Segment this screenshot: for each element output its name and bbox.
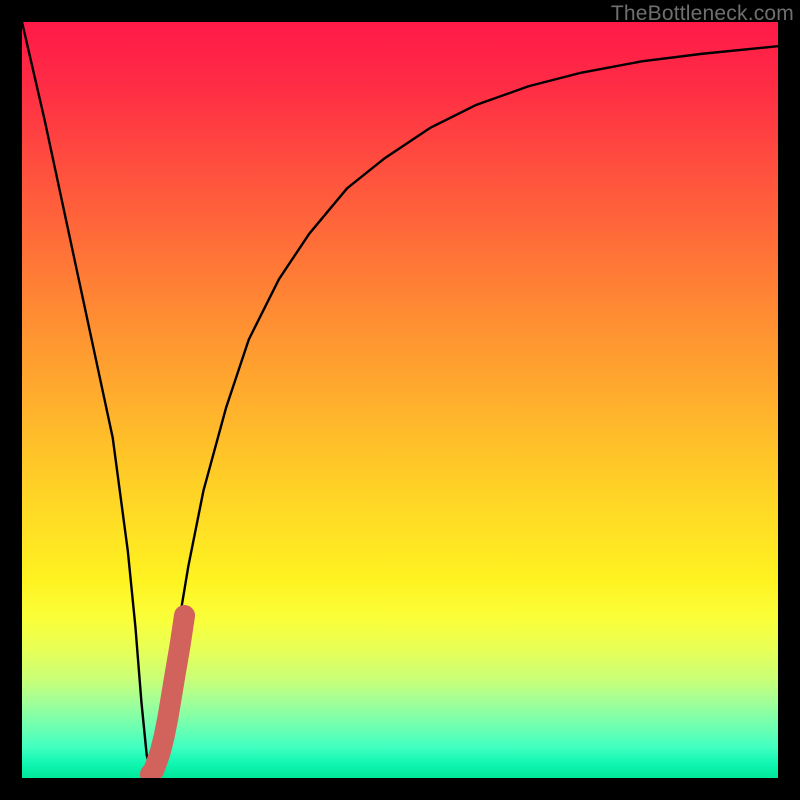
- watermark-text: TheBottleneck.com: [611, 2, 794, 26]
- highlight-marker: [151, 615, 185, 774]
- chart-frame: TheBottleneck.com: [0, 0, 800, 800]
- curve-layer: [22, 22, 778, 778]
- plot-area: [22, 22, 778, 778]
- bottleneck-curve: [22, 22, 778, 778]
